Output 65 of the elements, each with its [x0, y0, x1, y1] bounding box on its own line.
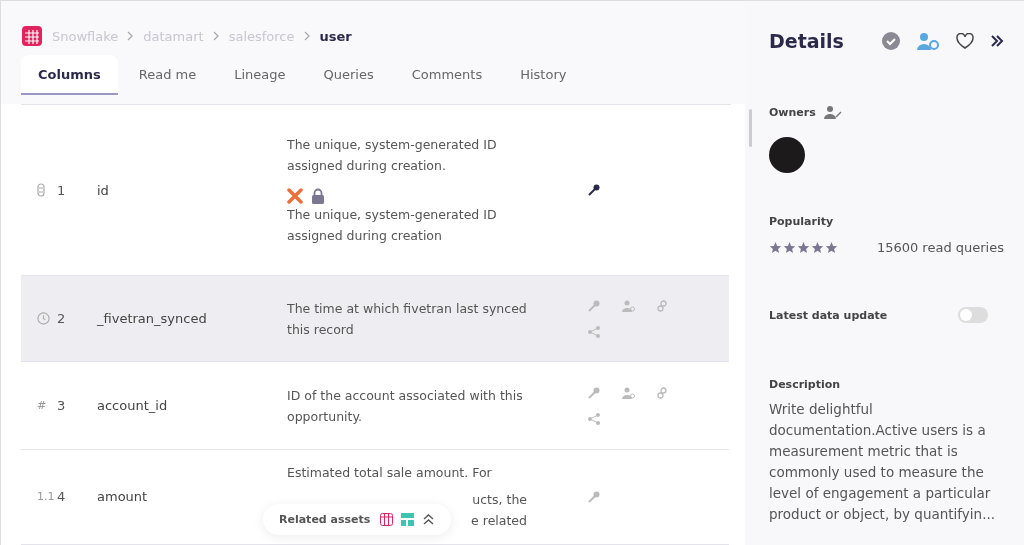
double-chevron-right-icon[interactable] — [990, 34, 1004, 48]
column-description: The time at which fivetran last synced this record — [287, 299, 527, 339]
heart-icon[interactable] — [956, 33, 974, 49]
column-description: The unique, system-generated ID assigned during creation. — [287, 136, 498, 176]
breadcrumb-link[interactable]: user — [319, 28, 352, 44]
avatar[interactable] — [769, 137, 805, 173]
column-number: 3 — [57, 398, 67, 414]
star-icon — [783, 241, 796, 254]
user-icon[interactable] — [621, 385, 635, 400]
share-icon[interactable] — [587, 411, 601, 426]
tab[interactable]: Queries — [306, 55, 391, 95]
chevrons-up-icon — [422, 513, 436, 526]
column-name: _fivetran_synced — [97, 311, 208, 327]
share-icon[interactable] — [587, 324, 601, 339]
user-edit-icon — [823, 105, 842, 119]
star-icon — [769, 241, 782, 254]
read-queries-count: 15600 read queries — [876, 240, 1004, 255]
tab[interactable]: Lineage — [217, 55, 303, 95]
column-description: Estimated total sale amount. For — [287, 464, 493, 483]
link-icon[interactable] — [655, 298, 669, 313]
table-icon — [380, 513, 394, 526]
type-glyph: 1.1 — [37, 490, 56, 504]
tab[interactable]: Comments — [394, 55, 500, 95]
chevron-right-icon — [303, 31, 311, 41]
star-icon — [811, 241, 824, 254]
chevron-right-icon — [212, 31, 220, 41]
related-assets-bar[interactable]: Related assets — [263, 504, 452, 535]
link-icon[interactable] — [655, 385, 669, 400]
layout-icon — [401, 513, 415, 526]
user-icon[interactable] — [621, 298, 635, 313]
panel-title: Details — [769, 30, 845, 52]
key-icon[interactable] — [587, 183, 601, 198]
column-name: account_id — [97, 398, 169, 414]
column-name: id — [97, 182, 110, 198]
owners-label: Owners — [769, 105, 816, 119]
column-description: ucts, the — [472, 491, 527, 510]
column-number: 1 — [57, 182, 67, 198]
check-circle-icon[interactable] — [882, 32, 900, 50]
tab[interactable]: Read me — [121, 55, 214, 95]
column-description: ID of the account associated with this opportunity. — [287, 386, 524, 426]
column-name: amount — [97, 489, 149, 505]
column-row[interactable]: 2 _fivetran_synced The time at which fivetran last synced this record — [21, 276, 729, 363]
chevron-right-icon — [127, 31, 135, 41]
tab[interactable]: History — [503, 55, 584, 95]
type-glyph: # — [37, 399, 48, 413]
column-description: e related — [471, 512, 527, 531]
clock-icon — [37, 312, 50, 326]
table-icon — [21, 25, 43, 47]
column-number: 4 — [57, 489, 67, 505]
description-text: Write delightful documentation.Active users is a measurement metric that is commonly used to measure the level of engagement a particular product or object, by quantifyin... — [769, 400, 997, 524]
popularity-label: Popularity — [769, 215, 835, 228]
latest-update-label: Latest data update — [769, 308, 888, 322]
source-description: The unique, system-generated ID assigned during creation — [287, 206, 498, 246]
toggle-switch[interactable] — [958, 307, 988, 323]
related-assets-label: Related assets — [279, 513, 371, 526]
cross-logo-icon — [287, 188, 303, 205]
star-icon — [825, 241, 838, 254]
scrollbar-thumb[interactable] — [749, 109, 752, 147]
column-number: 2 — [57, 311, 67, 327]
tab[interactable]: Columns — [21, 55, 118, 95]
user-icon[interactable] — [916, 32, 940, 50]
star-icon — [797, 241, 810, 254]
description-label: Description — [769, 378, 842, 391]
lock-icon — [311, 188, 325, 205]
text-type-icon — [37, 183, 45, 198]
